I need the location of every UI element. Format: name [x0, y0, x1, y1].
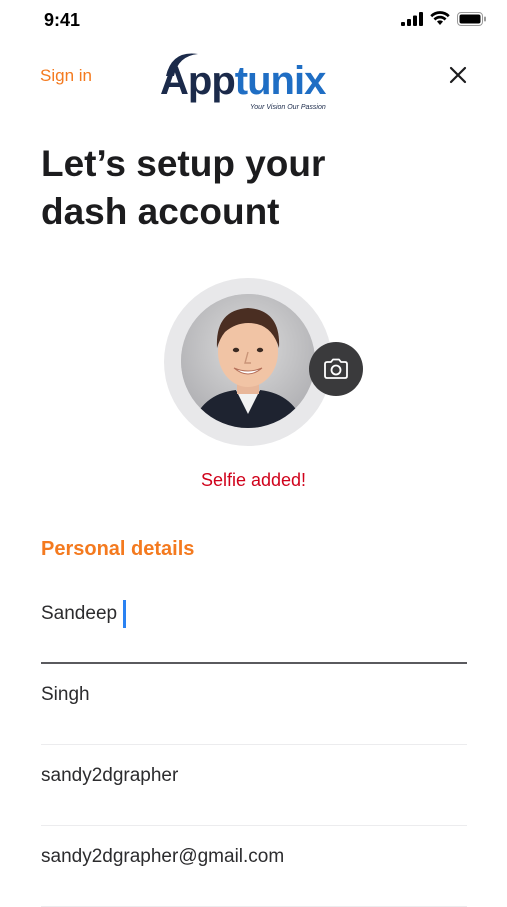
- logo-tagline: Your Vision Our Passion: [250, 104, 326, 111]
- status-time: 9:41: [44, 10, 81, 30]
- email-field: [41, 827, 467, 907]
- selfie-status-text: Selfie added!: [200, 470, 307, 490]
- first-name-underline: [41, 662, 467, 664]
- sign-in-link[interactable]: Sign in: [40, 66, 92, 86]
- battery-icon: [457, 11, 486, 26]
- logo-wordmark: Apptunix: [160, 58, 327, 104]
- username-field: [41, 746, 467, 826]
- close-button[interactable]: [447, 64, 469, 86]
- profile-photo: [181, 294, 315, 428]
- email-input[interactable]: [41, 827, 467, 887]
- personal-details-title: Personal details: [41, 538, 195, 560]
- camera-icon: [324, 358, 348, 379]
- first-name-field: [41, 584, 467, 664]
- wifi-icon: [430, 11, 450, 25]
- username-input[interactable]: [41, 746, 467, 806]
- nav-bar: Sign in Apptunix Your Vision Our Passion: [0, 44, 507, 124]
- change-photo-button[interactable]: [309, 342, 363, 396]
- page-title-line1: Let’s setup your: [41, 143, 326, 184]
- last-name-input[interactable]: [41, 665, 467, 725]
- close-icon: [449, 66, 467, 84]
- signal-icon: [401, 11, 423, 26]
- logo-part2: tunix: [234, 59, 327, 103]
- avatar: [181, 294, 315, 428]
- last-name-underline: [41, 744, 467, 745]
- page-title: Let’s setup your dash account: [41, 140, 461, 236]
- page-title-line2: dash account: [41, 191, 280, 232]
- apptunix-logo: Apptunix Your Vision Our Passion: [160, 52, 350, 116]
- status-icons: [401, 11, 487, 26]
- first-name-input[interactable]: [41, 584, 467, 644]
- text-caret: [123, 600, 126, 628]
- last-name-field: [41, 665, 467, 745]
- username-underline: [41, 825, 467, 826]
- status-bar: 9:41: [0, 0, 507, 44]
- logo-part1: App: [160, 59, 236, 103]
